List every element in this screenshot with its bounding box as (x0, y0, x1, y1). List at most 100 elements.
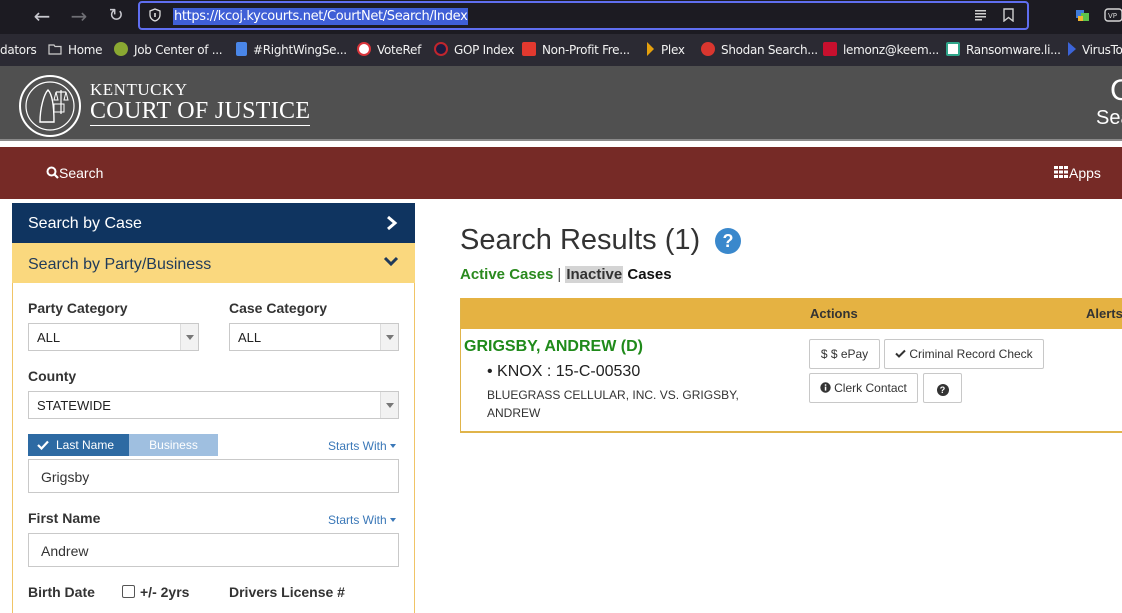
criminal-record-check-button[interactable]: Criminal Record Check (884, 339, 1044, 369)
browser-toolbar: ← → ↻ https://kcoj.kycourts.net/CourtNet… (0, 0, 1122, 34)
nav-search-link[interactable]: Search (46, 165, 103, 181)
case-category-label: Case Category (229, 300, 328, 316)
actions-column-header: Actions (810, 306, 858, 321)
bookmark-item[interactable]: VirusTo (1068, 42, 1122, 58)
badge-icon (114, 42, 128, 56)
info-icon (820, 382, 831, 393)
bookmark-item[interactable]: VoteRef (357, 42, 421, 58)
chevron-down-icon (383, 256, 399, 267)
chevron-right-icon (387, 215, 398, 231)
case-category-value: ALL (238, 330, 262, 345)
question-icon: ? (936, 384, 949, 396)
results-title: Search Results (1) (460, 224, 701, 256)
checkmark-icon (37, 440, 49, 450)
forward-button[interactable]: → (67, 5, 91, 27)
bookmark-item[interactable]: #RightWingSe... (236, 42, 347, 58)
url-text[interactable]: https://kcoj.kycourts.net/CourtNet/Searc… (173, 8, 469, 25)
search-by-party-label: Search by Party/Business (28, 256, 212, 273)
bookmark-item[interactable]: Ransomware.li... (946, 42, 1061, 58)
last-name-toggle[interactable]: Last Name (28, 434, 129, 456)
folder-icon (48, 44, 62, 55)
grid-icon (1054, 166, 1068, 178)
dropdown-caret-icon (380, 392, 398, 418)
bookmark-item[interactable]: lemonz@keem... (823, 42, 939, 58)
county-select[interactable]: STATEWIDE (28, 391, 399, 419)
mail-icon (823, 42, 837, 56)
bookmark-item[interactable]: Non-Profit Fre... (522, 42, 630, 58)
plus-minus-2yrs-label: +/- 2yrs (140, 584, 190, 600)
plus-minus-2yrs-checkbox[interactable] (122, 585, 135, 598)
extension-icon[interactable] (1075, 7, 1091, 23)
county-value: STATEWIDE (37, 398, 111, 413)
nav-search-label: Search (59, 165, 104, 181)
bookmark-icon[interactable] (1003, 8, 1014, 22)
party-name-link[interactable]: GRIGSBY, ANDREW (D) (464, 338, 643, 356)
elephant-icon (434, 42, 448, 56)
caret-down-icon (389, 518, 396, 522)
dropdown-caret-icon (180, 324, 198, 350)
bookmark-item[interactable]: Shodan Search... (701, 42, 818, 58)
results-table-header: Actions Alerts (461, 298, 1122, 329)
case-title: BLUEGRASS CELLULAR, INC. VS. GRIGSBY, AN… (487, 388, 739, 420)
ransom-icon (946, 42, 960, 56)
nav-apps-link[interactable]: Apps (1054, 165, 1101, 181)
case-category-select[interactable]: ALL (229, 323, 399, 351)
drivers-license-label: Drivers License # (229, 584, 345, 600)
tab-separator: | (557, 266, 562, 283)
back-button[interactable]: ← (30, 5, 54, 27)
dropdown-caret-icon (380, 324, 398, 350)
bookmark-item[interactable]: dators (0, 42, 37, 58)
case-status-tabs: Active Cases | Inactive Cases (460, 266, 672, 283)
first-name-label: First Name (28, 510, 101, 526)
svg-text:VP: VP (1108, 12, 1117, 20)
reader-view-icon[interactable] (975, 9, 986, 21)
last-name-value: Grigsby (41, 469, 90, 485)
first-name-value: Andrew (41, 543, 89, 559)
last-name-input[interactable]: Grigsby (28, 459, 399, 493)
bookmark-item[interactable]: Job Center of ... (114, 42, 223, 58)
case-number-link[interactable]: • KNOX : 15-C-00530 (487, 363, 640, 381)
caret-down-icon (389, 444, 396, 448)
bookmark-item[interactable]: Plex (647, 42, 685, 58)
reload-button[interactable]: ↻ (104, 5, 128, 27)
row-help-button[interactable]: ? (923, 373, 962, 403)
pdf-icon (522, 42, 536, 56)
vpn-icon[interactable]: VP (1104, 7, 1122, 23)
shodan-icon (701, 42, 715, 56)
tab-inactive-cases[interactable]: Inactive Cases (565, 266, 672, 283)
county-label: County (28, 368, 77, 384)
search-by-party-panel-header[interactable]: Search by Party/Business (12, 243, 415, 283)
business-toggle[interactable]: Business (129, 434, 218, 456)
first-name-match-dropdown[interactable]: Starts With (328, 513, 396, 527)
shield-icon[interactable] (149, 8, 161, 22)
party-category-select[interactable]: ALL (28, 323, 199, 351)
clerk-contact-button[interactable]: Clerk Contact (809, 373, 918, 403)
search-by-case-panel-header[interactable]: Search by Case (12, 203, 415, 243)
brand-court-of-justice[interactable]: COURT OF JUSTICE (90, 97, 311, 126)
last-name-match-dropdown[interactable]: Starts With (328, 439, 396, 453)
search-by-case-label: Search by Case (28, 215, 142, 232)
site-nav-bar: Search Apps (0, 147, 1122, 199)
address-bar[interactable]: https://kcoj.kycourts.net/CourtNet/Searc… (138, 1, 1029, 30)
search-icon (46, 166, 59, 179)
epay-button[interactable]: $ $ ePay (809, 339, 880, 369)
header-subtitle-fragment: Sea (1096, 107, 1122, 129)
plex-icon (647, 42, 655, 56)
birth-date-label: Birth Date (28, 584, 95, 600)
party-category-value: ALL (37, 330, 61, 345)
last-name-toggle-label: Last Name (56, 438, 115, 452)
doc-icon (236, 42, 247, 56)
bookmark-item[interactable]: GOP Index (434, 42, 514, 58)
alerts-column-header: Alerts (1086, 306, 1122, 321)
party-category-label: Party Category (28, 300, 128, 316)
results-table: Actions Alerts GRIGSBY, ANDREW (D) • KNO… (460, 298, 1122, 433)
bookmarks-bar: dators Home Job Center of ... #RightWing… (0, 34, 1122, 66)
bookmark-item[interactable]: Home (48, 42, 103, 58)
virustotal-icon (1068, 42, 1076, 56)
tab-active-cases[interactable]: Active Cases (460, 266, 553, 283)
checkmark-icon (895, 349, 907, 358)
first-name-input[interactable]: Andrew (28, 533, 399, 567)
help-icon[interactable]: ? (715, 228, 741, 254)
check-circle-icon (357, 42, 371, 56)
seal-icon[interactable] (18, 74, 82, 138)
